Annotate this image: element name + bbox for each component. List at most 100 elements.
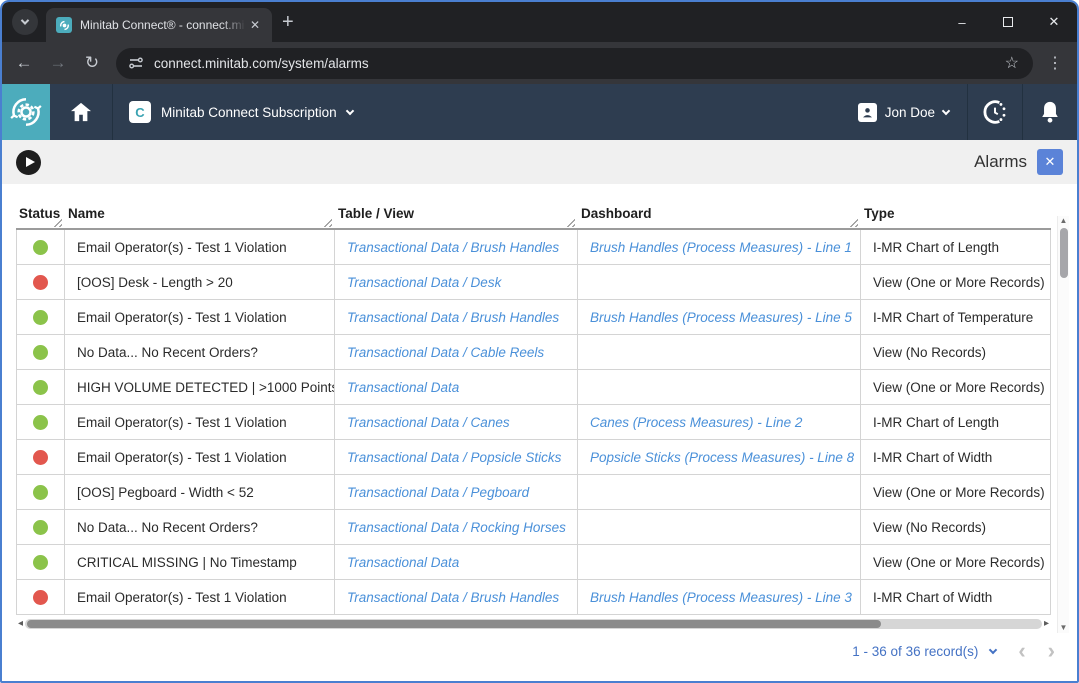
table-row[interactable]: No Data... No Recent Orders? Transaction… xyxy=(16,510,1051,545)
cell-table-view[interactable]: Transactional Data / Canes xyxy=(335,405,578,439)
header-divider xyxy=(112,84,113,140)
cell-table-view[interactable]: Transactional Data / Pegboard xyxy=(335,475,578,509)
home-icon xyxy=(70,102,92,122)
browser-menu-icon[interactable]: ⋮ xyxy=(1041,53,1069,73)
table-row[interactable]: No Data... No Recent Orders? Transaction… xyxy=(16,335,1051,370)
cell-dashboard[interactable] xyxy=(578,265,861,299)
scheduler-button[interactable] xyxy=(968,84,1022,140)
cell-dashboard[interactable]: Brush Handles (Process Measures) - Line … xyxy=(578,230,861,264)
cell-dashboard[interactable] xyxy=(578,545,861,579)
url-text[interactable]: connect.minitab.com/system/alarms xyxy=(154,56,1001,71)
cell-table-view[interactable]: Transactional Data / Brush Handles xyxy=(335,230,578,264)
panel-toolbar: Alarms ✕ xyxy=(2,140,1077,184)
chevron-down-icon[interactable] xyxy=(345,106,353,114)
back-button[interactable]: ← xyxy=(8,47,40,79)
workspace-badge[interactable]: C xyxy=(129,101,151,123)
horizontal-scrollbar[interactable]: ◂ ▸ xyxy=(16,618,1051,629)
column-header-name[interactable]: Name xyxy=(64,206,334,228)
cell-name: No Data... No Recent Orders? xyxy=(65,510,335,544)
cell-dashboard[interactable]: Brush Handles (Process Measures) - Line … xyxy=(578,300,861,334)
subscription-dropdown[interactable]: Minitab Connect Subscription xyxy=(161,105,337,120)
cell-name: [OOS] Pegboard - Width < 52 xyxy=(65,475,335,509)
tab-search-button[interactable] xyxy=(12,9,38,35)
tab-close-icon[interactable]: ✕ xyxy=(246,16,264,34)
cell-table-view[interactable]: Transactional Data xyxy=(335,545,578,579)
scroll-right-icon[interactable]: ▸ xyxy=(1042,618,1051,629)
status-dot xyxy=(33,485,48,500)
run-button[interactable] xyxy=(16,150,41,175)
table-row[interactable]: [OOS] Pegboard - Width < 52 Transactiona… xyxy=(16,475,1051,510)
cell-name: Email Operator(s) - Test 1 Violation xyxy=(65,405,335,439)
cell-dashboard[interactable] xyxy=(578,510,861,544)
next-page-button[interactable]: › xyxy=(1048,641,1055,661)
cell-name: Email Operator(s) - Test 1 Violation xyxy=(65,300,335,334)
table-row[interactable]: Email Operator(s) - Test 1 Violation Tra… xyxy=(16,440,1051,475)
minimize-button[interactable]: – xyxy=(939,2,985,42)
cell-table-view[interactable]: Transactional Data / Desk xyxy=(335,265,578,299)
site-settings-icon[interactable] xyxy=(128,55,144,71)
home-button[interactable] xyxy=(50,102,112,122)
cell-table-view[interactable]: Transactional Data / Rocking Horses xyxy=(335,510,578,544)
scroll-left-icon[interactable]: ◂ xyxy=(16,618,25,629)
cell-name: CRITICAL MISSING | No Timestamp xyxy=(65,545,335,579)
new-tab-button[interactable]: + xyxy=(272,11,308,42)
scroll-down-icon[interactable]: ▼ xyxy=(1060,623,1068,633)
prev-page-button[interactable]: ‹ xyxy=(1018,641,1025,661)
status-dot xyxy=(33,450,48,465)
cell-table-view[interactable]: Transactional Data / Brush Handles xyxy=(335,300,578,334)
cell-type: View (One or More Records) xyxy=(861,545,1051,579)
vertical-scroll-thumb[interactable] xyxy=(1060,228,1068,278)
table-row[interactable]: Email Operator(s) - Test 1 Violation Tra… xyxy=(16,300,1051,335)
table-row[interactable]: CRITICAL MISSING | No Timestamp Transact… xyxy=(16,545,1051,580)
vertical-scrollbar[interactable]: ▲ ▼ xyxy=(1057,216,1069,633)
forward-button[interactable]: → xyxy=(42,47,74,79)
status-dot xyxy=(33,345,48,360)
browser-tab[interactable]: Minitab Connect® - connect.mi ✕ xyxy=(46,8,272,42)
cell-dashboard[interactable]: Popsicle Sticks (Process Measures) - Lin… xyxy=(578,440,861,474)
alarms-table: Status Name Table / View Dashboard Type … xyxy=(16,200,1051,615)
panel-title: Alarms xyxy=(974,152,1027,172)
cell-table-view[interactable]: Transactional Data / Brush Handles xyxy=(335,580,578,614)
bookmark-star-icon[interactable]: ☆ xyxy=(1001,53,1023,73)
cell-table-view[interactable]: Transactional Data / Popsicle Sticks xyxy=(335,440,578,474)
maximize-button[interactable] xyxy=(985,2,1031,42)
scroll-up-icon[interactable]: ▲ xyxy=(1060,216,1068,226)
column-header-dashboard[interactable]: Dashboard xyxy=(577,206,860,228)
cell-dashboard[interactable] xyxy=(578,335,861,369)
column-header-table-view[interactable]: Table / View xyxy=(334,206,577,228)
table-row[interactable]: Email Operator(s) - Test 1 Violation Tra… xyxy=(16,230,1051,265)
cell-dashboard[interactable] xyxy=(578,475,861,509)
cell-name: Email Operator(s) - Test 1 Violation xyxy=(65,230,335,264)
horizontal-scroll-thumb[interactable] xyxy=(27,620,881,628)
user-menu[interactable]: Jon Doe xyxy=(840,103,967,122)
maximize-icon xyxy=(1003,17,1013,27)
cell-name: No Data... No Recent Orders? xyxy=(65,335,335,369)
bell-icon xyxy=(1039,100,1061,124)
cell-type: I-MR Chart of Width xyxy=(861,440,1051,474)
column-header-type[interactable]: Type xyxy=(860,206,1051,228)
cell-dashboard[interactable] xyxy=(578,370,861,404)
cell-dashboard[interactable]: Brush Handles (Process Measures) - Line … xyxy=(578,580,861,614)
address-bar[interactable]: connect.minitab.com/system/alarms ☆ xyxy=(116,48,1033,79)
notifications-button[interactable] xyxy=(1023,84,1077,140)
table-row[interactable]: Email Operator(s) - Test 1 Violation Tra… xyxy=(16,405,1051,440)
cell-status xyxy=(17,300,65,334)
minitab-connect-logo[interactable] xyxy=(2,84,50,140)
close-window-button[interactable]: ✕ xyxy=(1031,2,1077,42)
table-row[interactable]: HIGH VOLUME DETECTED | >1000 Points Tran… xyxy=(16,370,1051,405)
cell-type: View (One or More Records) xyxy=(861,265,1051,299)
cell-status xyxy=(17,475,65,509)
cell-type: View (One or More Records) xyxy=(861,370,1051,404)
cell-table-view[interactable]: Transactional Data xyxy=(335,370,578,404)
cell-table-view[interactable]: Transactional Data / Cable Reels xyxy=(335,335,578,369)
table-row[interactable]: [OOS] Desk - Length > 20 Transactional D… xyxy=(16,265,1051,300)
horizontal-scroll-track[interactable] xyxy=(25,619,1042,629)
status-dot xyxy=(33,555,48,570)
table-row[interactable]: Email Operator(s) - Test 1 Violation Tra… xyxy=(16,580,1051,615)
cell-dashboard[interactable]: Canes (Process Measures) - Line 2 xyxy=(578,405,861,439)
panel-close-button[interactable]: ✕ xyxy=(1037,149,1063,175)
column-header-status[interactable]: Status xyxy=(16,206,64,228)
cell-name: Email Operator(s) - Test 1 Violation xyxy=(65,440,335,474)
reload-button[interactable]: ↻ xyxy=(76,47,108,79)
records-dropdown[interactable]: 1 - 36 of 36 record(s) xyxy=(852,644,996,659)
